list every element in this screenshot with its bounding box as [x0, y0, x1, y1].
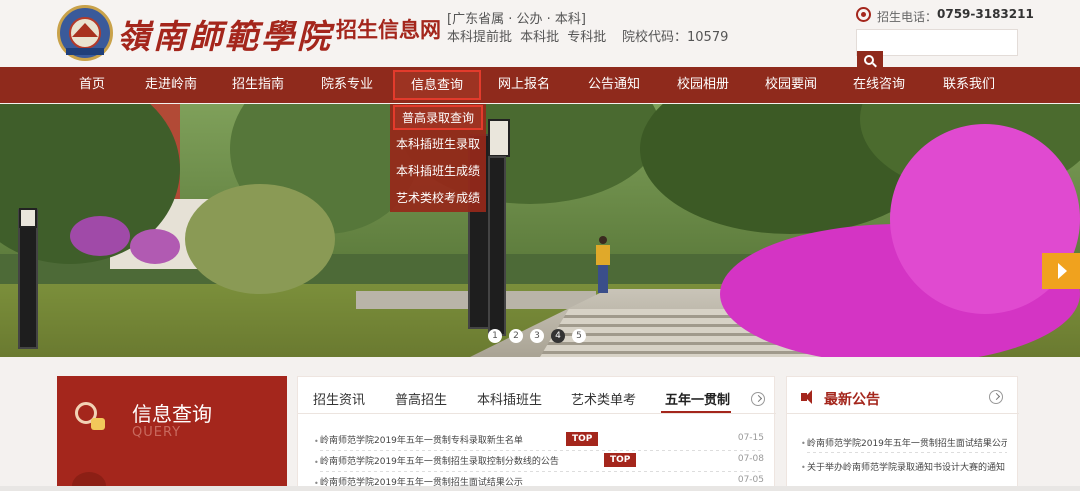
active-tab-underline [661, 411, 731, 413]
notice-row[interactable]: • 关于举办岭南师范学院录取通知书设计大赛的通知 [801, 457, 1007, 477]
nav-item-campus-news[interactable]: 校园要闻 [759, 67, 823, 103]
emblem-building-icon [72, 23, 98, 37]
query-subtitle: QUERY [132, 425, 182, 440]
emblem-ribbon [66, 48, 104, 55]
news-title[interactable]: 岭南师范学院2019年五年一贯制专科录取新生名单 [320, 433, 523, 446]
lamp-head [488, 119, 510, 157]
dropdown-item-transfer-admission[interactable]: 本科插班生录取 [390, 131, 486, 158]
speaker-icon [801, 390, 812, 404]
tab-transfer-students[interactable]: 本科插班生 [477, 389, 542, 408]
tab-general-admission[interactable]: 普高招生 [395, 389, 447, 408]
chevron-right-icon[interactable] [989, 390, 1003, 404]
main-nav: 首页 走进岭南 招生指南 院系专业 信息查询 网上报名 公告通知 校园相册 校园… [0, 67, 1080, 103]
bougainvillea-left [70, 216, 130, 256]
phone-label: 招生电话： [877, 10, 938, 24]
flowering-shrub [185, 184, 335, 294]
news-date: 07-05 [737, 475, 764, 485]
bullet: • [314, 458, 319, 467]
notice-divider [787, 413, 1019, 414]
dropdown-item-transfer-scores[interactable]: 本科插班生成绩 [390, 158, 486, 185]
nav-item-contact[interactable]: 联系我们 [937, 67, 1001, 103]
lamp-post [488, 156, 506, 336]
person-head [599, 236, 607, 244]
pager-dot[interactable]: 1 [488, 329, 502, 343]
notice-text[interactable]: 关于举办岭南师范学院录取通知书设计大赛的通知 [807, 460, 1007, 473]
pager-dot[interactable]: 2 [509, 329, 523, 343]
lamp-post [18, 209, 38, 349]
school-name-calligraphy[interactable]: 嶺南師範學院 [117, 10, 333, 58]
tab-art-single-exam[interactable]: 艺术类单考 [571, 389, 636, 408]
search-icon-handle [872, 62, 877, 68]
news-title[interactable]: 岭南师范学院2019年五年一贯制招生录取控制分数线的公告 [320, 454, 559, 467]
nav-item-home[interactable]: 首页 [62, 67, 122, 103]
news-panel: 招生资讯 普高招生 本科插班生 艺术类单考 五年一贯制 • 岭南师范学院2019… [297, 376, 776, 491]
phone-icon [856, 7, 871, 22]
bullet: • [801, 463, 806, 472]
lamp-head [19, 208, 37, 228]
hand-icon [91, 418, 105, 430]
page: 嶺南師範學院 招生信息网 [广东省属 · 公办 · 本科] 本科提前批 本科批 … [0, 0, 1080, 491]
nav-item-info-query[interactable]: 信息查询 [393, 70, 481, 100]
top-badge: TOP [566, 432, 599, 446]
nav-item-campus-album[interactable]: 校园相册 [671, 67, 735, 103]
search-button[interactable] [857, 51, 883, 73]
news-date: 07-15 [737, 433, 764, 443]
query-panel[interactable]: 信息查询 QUERY [57, 376, 287, 491]
nav-item-guide[interactable]: 招生指南 [226, 67, 290, 103]
tabs-divider [298, 413, 776, 414]
bullet: • [314, 437, 319, 446]
info-query-dropdown: 普高录取查询 本科插班生录取 本科插班生成绩 艺术类校考成绩 [390, 104, 486, 212]
pager-dot-active[interactable]: 4 [551, 329, 565, 343]
pager-dot[interactable]: 5 [572, 329, 586, 343]
site-header: 嶺南師範學院 招生信息网 [广东省属 · 公办 · 本科] 本科提前批 本科批 … [0, 0, 1080, 67]
pager-dot[interactable]: 3 [530, 329, 544, 343]
dropdown-item-regular-admission[interactable]: 普高录取查询 [393, 105, 483, 130]
query-title: 信息查询 [132, 402, 212, 426]
bullet: • [801, 439, 806, 448]
notice-title[interactable]: 最新公告 [824, 389, 880, 409]
school-category-tag: [广东省属 · 公办 · 本科] [447, 12, 586, 27]
school-emblem-logo[interactable] [57, 5, 113, 61]
news-date: 07-08 [737, 454, 764, 464]
chevron-right-icon[interactable] [751, 392, 765, 406]
nav-item-notices[interactable]: 公告通知 [582, 67, 646, 103]
row-divider [320, 450, 764, 451]
news-row[interactable]: • 岭南师范学院2019年五年一贯制招生录取控制分数线的公告 TOP 07-08 [314, 452, 764, 472]
school-code: 院校代码：10579 [622, 30, 729, 45]
phone-number: 0759-3183211 [937, 7, 1034, 21]
tab-admission-news[interactable]: 招生资讯 [313, 389, 365, 408]
person-torso [596, 245, 610, 265]
banner-next-arrow-icon[interactable] [1042, 253, 1080, 289]
notice-text[interactable]: 岭南师范学院2019年五年一贯制招生面试结果公示 [807, 436, 1007, 449]
news-row[interactable]: • 岭南师范学院2019年五年一贯制专科录取新生名单 TOP 07-15 [314, 431, 764, 451]
row-divider [807, 452, 1007, 453]
person-legs [598, 265, 608, 293]
browser-status-strip [0, 486, 1080, 491]
notice-row[interactable]: • 岭南师范学院2019年五年一贯制招生面试结果公示 [801, 433, 1007, 453]
nav-item-about[interactable]: 走进岭南 [139, 67, 203, 103]
tab-five-year[interactable]: 五年一贯制 [665, 389, 730, 408]
bougainvillea-left [130, 229, 180, 264]
hero-banner[interactable]: 1 2 3 4 5 [0, 104, 1080, 357]
banner-person [596, 236, 610, 294]
top-badge: TOP [604, 453, 637, 467]
site-subtitle: 招生信息网 [336, 18, 441, 42]
admission-batches: 本科提前批 本科批 专科批 [447, 30, 607, 45]
nav-item-departments[interactable]: 院系专业 [315, 67, 379, 103]
notice-panel: 最新公告 • 岭南师范学院2019年五年一贯制招生面试结果公示 • 关于举办岭南… [786, 376, 1019, 491]
row-divider [320, 471, 764, 472]
nav-item-online-registration[interactable]: 网上报名 [492, 67, 556, 103]
dropdown-item-art-exam-scores[interactable]: 艺术类校考成绩 [390, 185, 486, 212]
